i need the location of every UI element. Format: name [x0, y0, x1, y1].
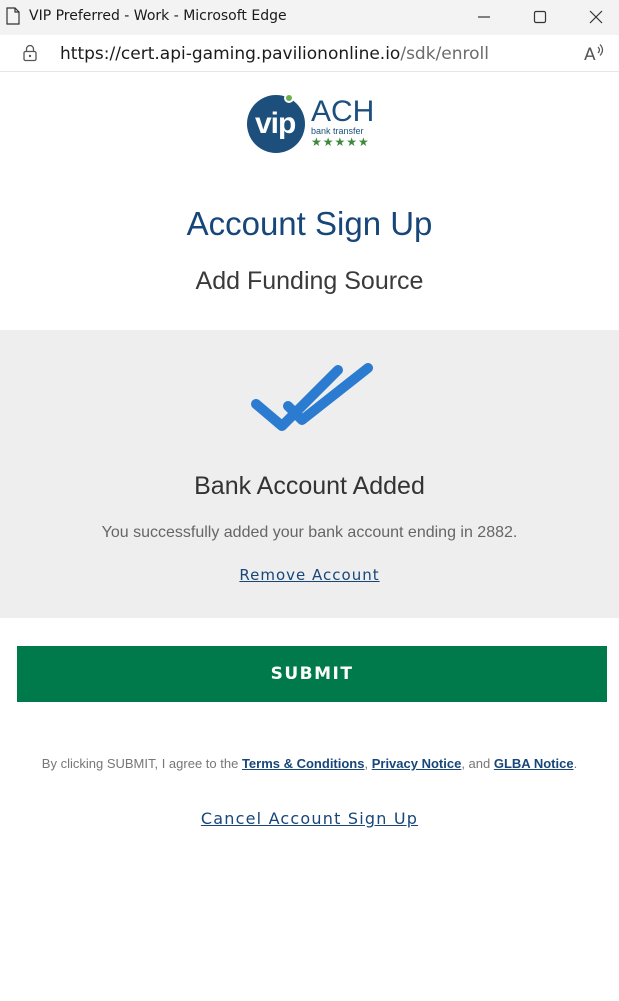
lock-icon[interactable] — [22, 44, 38, 62]
maximize-button[interactable] — [512, 0, 568, 35]
window-title: VIP Preferred - Work - Microsoft Edge — [29, 8, 287, 24]
agreement-text: By clicking SUBMIT, I agree to the Terms… — [0, 756, 619, 771]
success-panel: Bank Account Added You successfully adde… — [0, 330, 619, 618]
submit-button[interactable]: SUBMIT — [17, 646, 607, 702]
url-text[interactable]: https://cert.api-gaming.paviliononline.i… — [60, 44, 489, 64]
vip-ach-logo: vip ACH bank transfer ★★★★★ — [247, 93, 382, 155]
read-aloud-icon[interactable]: A — [584, 43, 606, 63]
minimize-button[interactable] — [456, 0, 512, 35]
logo-vip-text: vip — [255, 107, 296, 140]
page-title: Account Sign Up — [186, 205, 433, 242]
window-titlebar: VIP Preferred - Work - Microsoft Edge — [0, 0, 619, 35]
agreement-prefix: By clicking SUBMIT, I agree to the — [41, 756, 242, 771]
close-icon — [589, 10, 603, 24]
page-icon — [6, 7, 20, 25]
page-subtitle: Add Funding Source — [195, 267, 424, 295]
panel-title: Bank Account Added — [194, 472, 425, 500]
terms-link[interactable]: Terms & Conditions — [242, 756, 365, 771]
agreement-suffix: . — [573, 756, 578, 771]
cancel-sign-up-link[interactable]: Cancel Account Sign Up — [0, 809, 619, 828]
privacy-notice-link[interactable]: Privacy Notice — [372, 756, 462, 771]
address-bar[interactable]: https://cert.api-gaming.paviliononline.i… — [0, 35, 619, 72]
logo-ach-text: ACH — [311, 95, 375, 128]
logo-stars: ★★★★★ — [311, 135, 370, 149]
maximize-icon — [533, 10, 547, 24]
double-check-icon — [251, 363, 373, 431]
logo-dot — [284, 93, 294, 103]
panel-message: You successfully added your bank account… — [101, 524, 518, 541]
agreement-separator: , and — [461, 756, 494, 771]
minimize-icon — [478, 16, 490, 18]
agreement-separator: , — [364, 756, 372, 771]
glba-notice-link[interactable]: GLBA Notice — [494, 756, 574, 771]
svg-text:A: A — [584, 45, 596, 63]
close-button[interactable] — [568, 0, 619, 35]
remove-account-link[interactable]: Remove Account — [0, 566, 619, 584]
